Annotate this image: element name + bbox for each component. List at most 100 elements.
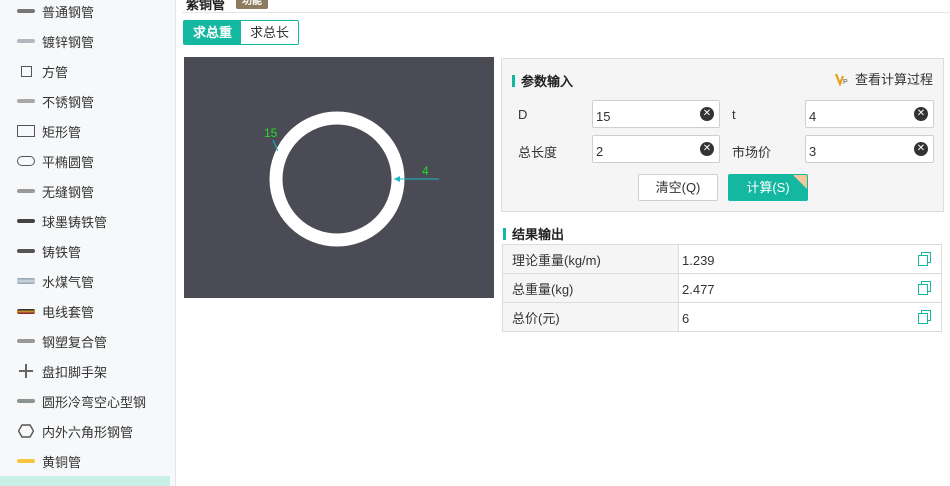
table-row: 总价(元) 6 [502, 302, 942, 332]
sidebar-item-hexagon-pipe[interactable]: 内外六角形钢管 [0, 416, 170, 446]
section-marker [503, 227, 506, 240]
sidebar-item-label: 方管 [42, 64, 69, 80]
header-divider [182, 12, 950, 13]
result-value-cell: 1.239 [678, 244, 942, 274]
sidebar-item-rectangular-tube[interactable]: 矩形管 [0, 116, 170, 146]
svg-text:P: P [843, 79, 848, 86]
silver-bar-icon [16, 94, 36, 108]
sidebar-item-cast-iron-pipe[interactable]: 铸铁管 [0, 236, 170, 266]
table-row: 理论重量(kg/m) 1.239 [502, 244, 942, 274]
d-field[interactable]: ✕ [592, 100, 720, 128]
gray-bar-icon [16, 4, 36, 18]
clear-d-icon[interactable]: ✕ [700, 107, 714, 121]
view-process-label: 查看计算过程 [854, 72, 933, 87]
sidebar-item-copper-pipe-active[interactable] [0, 476, 170, 486]
sidebar-item-conduit[interactable]: 电线套管 [0, 296, 170, 326]
mode-tabs: 求总重 求总长 [183, 20, 300, 45]
dark-bar-icon [16, 244, 36, 258]
result-value-cell: 2.477 [678, 273, 942, 303]
light-gray-bar-icon [16, 34, 36, 48]
result-title-text: 结果输出 [512, 227, 565, 242]
pipe-preview: 15 4 [184, 57, 494, 298]
sidebar-item-galvanized-pipe[interactable]: 镀锌钢管 [0, 26, 170, 56]
clear-price-icon[interactable]: ✕ [914, 142, 928, 156]
t-field[interactable]: ✕ [805, 100, 934, 128]
sidebar-item-gas-pipe[interactable]: 水煤气管 [0, 266, 170, 296]
tab-total-length[interactable]: 求总长 [241, 21, 299, 44]
sidebar-item-label: 普通钢管 [42, 4, 95, 20]
sidebar-item-steel-plastic-pipe[interactable]: 钢塑复合管 [0, 326, 170, 356]
pipe-cross-section: 15 4 [264, 111, 439, 247]
length-field[interactable]: ✕ [592, 135, 720, 163]
result-label: 总重量(kg) [502, 273, 679, 303]
dark-bar-icon [16, 214, 36, 228]
diameter-leader-line [272, 139, 279, 152]
sidebar-item-label: 不锈钢管 [42, 94, 95, 110]
sidebar-item-flat-oval-pipe[interactable]: 平椭圆管 [0, 146, 170, 176]
copy-icon[interactable] [918, 252, 931, 266]
table-row: 总重量(kg) 2.477 [502, 273, 942, 303]
result-value: 2.477 [682, 282, 715, 297]
sidebar-item-label: 电线套管 [42, 304, 95, 320]
sidebar-item-label: 铸铁管 [42, 244, 82, 260]
sidebar-item-label: 圆形冷弯空心型钢 [42, 394, 147, 410]
copy-icon[interactable] [918, 310, 931, 324]
result-value-cell: 6 [678, 302, 942, 332]
price-field[interactable]: ✕ [805, 135, 934, 163]
sidebar-item-label: 平椭圆管 [42, 154, 95, 170]
sidebar-item-square-tube[interactable]: 方管 [0, 56, 170, 86]
yellow-bar-icon [16, 454, 36, 468]
calculate-button-label: 计算(S) [746, 180, 790, 195]
tab-total-weight[interactable]: 求总重 [184, 21, 242, 44]
gray-green-bar-icon [16, 394, 36, 408]
result-label: 总价(元) [502, 302, 679, 332]
sidebar-item-label: 黄铜管 [42, 454, 82, 470]
sidebar-item-label: 镀锌钢管 [42, 34, 95, 50]
field-label-length: 总长度 [518, 145, 558, 160]
thickness-label: 4 [422, 164, 429, 178]
param-input-panel: 参数输入 P 查看计算过程 D ✕ t ✕ 总长度 ✕ 市场价 ✕ 清空(Q) … [501, 58, 944, 212]
copy-icon[interactable] [918, 281, 931, 295]
feature-badge[interactable]: 功能 [236, 0, 268, 9]
sidebar-item-label: 钢塑复合管 [42, 334, 108, 350]
sidebar-item-ordinary-steel-pipe[interactable]: 普通钢管 [0, 0, 170, 26]
oval-icon [16, 154, 36, 168]
clear-length-icon[interactable]: ✕ [700, 142, 714, 156]
field-label-price: 市场价 [732, 145, 772, 160]
vip-corner-icon [793, 175, 807, 189]
clear-t-icon[interactable]: ✕ [914, 107, 928, 121]
sidebar-item-label: 无缝钢管 [42, 184, 95, 200]
diameter-label: 15 [264, 126, 278, 140]
striped-bar-icon [16, 304, 36, 318]
pipe-icon [16, 274, 36, 288]
clear-button[interactable]: 清空(Q) [638, 174, 718, 201]
sidebar-item-hollow-section[interactable]: 圆形冷弯空心型钢 [0, 386, 170, 416]
section-marker [512, 74, 515, 87]
result-value: 1.239 [682, 253, 715, 268]
square-icon [16, 64, 36, 78]
view-process-link[interactable]: P 查看计算过程 [834, 69, 933, 88]
sidebar-item-label: 内外六角形钢管 [42, 424, 134, 440]
hexagon-icon [16, 424, 36, 438]
sidebar-item-label: 球墨铸铁管 [42, 214, 108, 230]
field-label-d: D [518, 107, 528, 122]
sidebar-item-ductile-iron-pipe[interactable]: 球墨铸铁管 [0, 206, 170, 236]
field-label-t: t [732, 107, 736, 122]
sidebar-item-scaffold[interactable]: 盘扣脚手架 [0, 356, 170, 386]
calculate-button[interactable]: 计算(S) [728, 174, 808, 201]
sidebar-item-brass-pipe[interactable]: 黄铜管 [0, 446, 170, 476]
sidebar-item-stainless-pipe[interactable]: 不锈钢管 [0, 86, 170, 116]
param-section-title: 参数输入 [512, 71, 573, 90]
gray-bar-icon [16, 184, 36, 198]
result-value: 6 [682, 311, 690, 326]
sidebar: 普通钢管 镀锌钢管 方管 不锈钢管 矩形管 平椭圆管 无缝钢管 球墨铸铁管 铸铁… [0, 0, 176, 486]
sidebar-item-seamless-pipe[interactable]: 无缝钢管 [0, 176, 170, 206]
pipe-ring [269, 111, 405, 247]
vip-icon: P [834, 72, 851, 87]
param-title-text: 参数输入 [521, 74, 574, 89]
sidebar-item-label: 盘扣脚手架 [42, 364, 108, 380]
result-table: 理论重量(kg/m) 1.239 总重量(kg) 2.477 总价(元) 6 [502, 244, 942, 332]
sidebar-item-label: 水煤气管 [42, 274, 95, 290]
sidebar-item-label: 矩形管 [42, 124, 82, 140]
cross-icon [16, 364, 36, 378]
